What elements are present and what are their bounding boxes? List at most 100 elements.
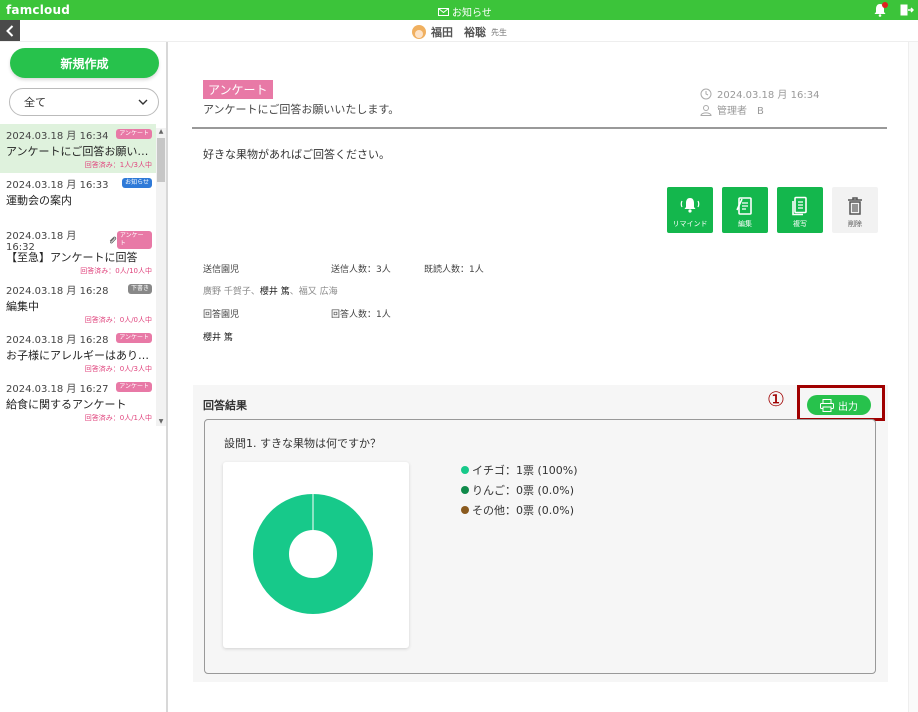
item-status: 回答済み：0人/1人中 [84,414,152,422]
legend-item: りんご：0票 (0.0%) [461,480,578,500]
edit-label: 編集 [738,220,752,228]
category-tag: アンケート [203,80,273,99]
chart-card [223,462,409,648]
status-badge: アンケート [116,231,152,249]
user-name: 福田 裕聡 [431,26,486,39]
divider [192,127,887,129]
user-info: 福田 裕聡 先生 [412,24,507,40]
legend-label: その他：0票 (0.0%) [472,504,575,517]
notice-label: お知らせ [452,8,492,19]
person-icon [700,104,712,116]
list-item[interactable]: 2024.03.18 月 16:32 アンケート 【至急】アンケートに回答 回答… [0,230,156,279]
results-heading: 回答結果 [203,399,247,412]
legend-dot [461,506,469,514]
edit-button[interactable]: 編集 [722,187,768,233]
filter-value: 全て [24,96,46,109]
message-list: 2024.03.18 月 16:34 アンケート アンケートにご回答お願い… 回答… [0,124,156,429]
answered-count: 回答人数：1人 [331,310,391,320]
answered-names: 櫻井 篤 [203,333,233,343]
scrollbar-thumb[interactable] [157,138,165,182]
copy-label: 複写 [793,220,807,228]
user-suffix: 先生 [491,27,507,37]
donut-chart [253,494,373,614]
header-bar: 福田 裕聡 先生 [0,20,918,42]
output-label: 出力 [838,401,858,413]
item-datetime: 2024.03.18 月 16:33 [6,179,109,191]
app-logo: famcloud [6,3,71,17]
item-datetime: 2024.03.18 月 16:28 [6,285,109,297]
action-buttons: リマインド 編集 複写 削除 [667,187,878,233]
legend-label: りんご：0票 (0.0%) [472,484,575,497]
filter-select[interactable]: 全て [9,88,159,116]
date-text: 2024.03.18 月 16:34 [717,90,820,101]
author-text: 管理者 B [717,106,764,117]
sent-names: 廣野 千賀子、櫻井 篤、福又 広海 [203,284,338,297]
item-spacer [6,208,152,228]
item-title: アンケートにご回答お願い… [6,145,149,158]
sent-count: 送信人数：3人 [331,265,391,275]
recipient-name: 、福又 広海 [289,287,338,297]
item-datetime: 2024.03.18 月 16:27 [6,383,109,395]
scroll-up-icon[interactable]: ▲ [158,129,164,135]
read-count: 既読人数：1人 [424,265,484,275]
legend-dot [461,466,469,474]
notice-link[interactable]: お知らせ [438,4,492,19]
item-title: 編集中 [6,300,39,313]
top-bar: famcloud お知らせ [0,0,918,20]
notification-dot [882,2,888,8]
chart-legend: イチゴ：1票 (100%) りんご：0票 (0.0%) その他：0票 (0.0%… [461,460,578,520]
item-datetime: 2024.03.18 月 16:34 [6,130,109,142]
chevron-left-icon [6,24,14,37]
item-status: 回答済み：0人/3人中 [84,365,152,373]
question-box: 設問1. すきな果物は何ですか？ イチゴ：1票 (100%) りんご：0票 (0… [204,419,876,674]
list-item[interactable]: 2024.03.18 月 16:33 お知らせ 運動会の案内 [0,173,156,230]
item-status: 回答済み：0人/0人中 [84,316,152,324]
bell-ring-icon [680,198,700,213]
item-status: 回答済み：0人/10人中 [80,267,152,275]
copy-button[interactable]: 複写 [777,187,823,233]
message-date: 2024.03.18 月 16:34 [700,86,819,101]
list-item[interactable]: 2024.03.18 月 16:34 アンケート アンケートにご回答お願い… 回答… [0,124,156,173]
back-button[interactable] [0,20,20,41]
message-body: 好きな果物があればご回答ください。 [203,148,390,161]
scroll-down-icon[interactable]: ▼ [158,419,164,425]
status-badge: アンケート [116,333,152,343]
item-status: 回答済み：1人/3人中 [84,161,152,169]
item-title: 運動会の案内 [6,194,72,207]
delete-label: 削除 [848,220,862,228]
remind-label: リマインド [672,220,708,228]
copy-icon [792,196,807,216]
item-title: お子様にアレルギーはあり… [6,349,149,362]
chevron-down-icon [138,99,148,105]
list-item[interactable]: 2024.03.18 月 16:27 アンケート 給食に関するアンケート 回答済み… [0,377,156,426]
message-detail: アンケート アンケートにご回答お願いいたします。 2024.03.18 月 16… [170,42,918,712]
legend-item: その他：0票 (0.0%) [461,500,578,520]
remind-button[interactable]: リマインド [667,187,713,233]
paperclip-icon [109,236,117,244]
output-button[interactable]: 出力 [807,395,871,415]
legend-dot [461,486,469,494]
sidebar-scrollbar[interactable]: ▲ ▼ [156,128,166,426]
answered-label: 回答園児 [203,310,240,320]
status-badge: アンケート [116,382,152,392]
status-badge: アンケート [116,129,152,139]
avatar [412,25,426,39]
list-item[interactable]: 2024.03.18 月 16:28 下書き 編集中 回答済み：0人/0人中 [0,279,156,328]
clock-icon [700,88,712,99]
list-item[interactable]: 2024.03.18 月 16:28 アンケート お子様にアレルギーはあり… 回答… [0,328,156,377]
delete-button[interactable]: 削除 [832,187,878,233]
edit-document-icon [736,197,752,215]
recipient-name: 廣野 千賀子、 [203,287,260,297]
right-scroll-gutter [908,42,918,712]
item-title: 【至急】アンケートに回答 [6,251,138,264]
recipient-name: 櫻井 篤 [259,287,290,297]
status-badge: お知らせ [122,178,152,188]
message-subtitle: アンケートにご回答お願いいたします。 [203,103,400,116]
sent-label: 送信園児 [203,265,240,275]
printer-icon [820,398,834,412]
item-datetime: 2024.03.18 月 16:28 [6,334,109,346]
logout-icon[interactable] [900,4,914,16]
new-message-button[interactable]: 新規作成 [10,48,159,78]
question-text: 設問1. すきな果物は何ですか？ [224,437,381,450]
mail-icon [438,7,449,16]
